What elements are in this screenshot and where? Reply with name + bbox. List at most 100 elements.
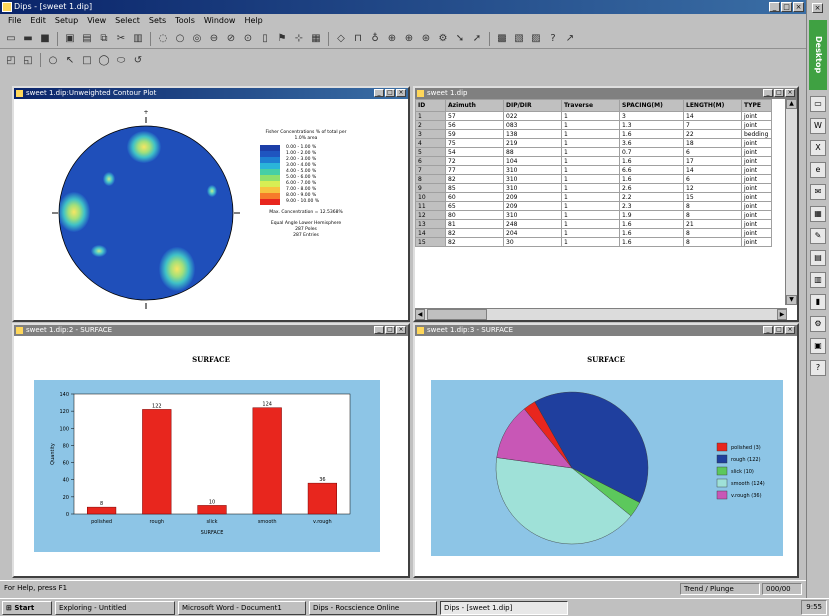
table-cell[interactable]: 1 [561,165,620,175]
table-cell[interactable]: 1.9 [619,210,684,220]
arrow-icon[interactable]: ➘ [453,32,467,46]
minimize-button[interactable]: _ [374,89,384,97]
table-row[interactable]: 10 60 209 1 2.2 15 joint [415,192,772,202]
maximize-button[interactable]: □ [385,326,395,334]
bar[interactable] [307,482,338,515]
row-header[interactable]: 10 [415,192,446,202]
table-cell[interactable]: 81 [445,219,504,229]
close-button[interactable]: × [396,89,406,97]
calc-icon[interactable]: ▦ [810,206,826,222]
printer-icon[interactable]: ▣ [810,338,826,354]
flag-icon[interactable]: ⚑ [275,32,289,46]
table-cell[interactable]: 8 [683,237,742,247]
table-cell[interactable]: 1.6 [619,174,684,184]
table-cell[interactable]: 3.6 [619,138,684,148]
bar-chart-titlebar[interactable]: sweet 1.dip:2 - SURFACE _ □ × [14,325,408,336]
cursor-icon[interactable]: ➚ [470,32,484,46]
table-cell[interactable]: 57 [445,111,504,121]
table-cell[interactable]: 138 [503,129,562,139]
table-cell[interactable]: 3 [619,111,684,121]
print-icon[interactable]: ▣ [63,32,77,46]
taskbar-button-dips-active[interactable]: Dips - [sweet 1.dip] [440,600,568,615]
table-row[interactable]: 15 82 30 1 1.6 8 joint [415,237,772,247]
table-cell[interactable]: joint [741,120,772,130]
table-cell[interactable]: 8 [683,210,742,220]
scatter-plot-icon[interactable]: ○ [173,32,187,46]
table-cell[interactable]: 1 [561,174,620,184]
bar[interactable] [252,407,282,515]
table-row[interactable]: 3 59 138 1 1.6 22 bedding [415,129,772,139]
table-cell[interactable]: 82 [445,174,504,184]
chart-icon[interactable]: ⊙ [241,32,255,46]
gear-icon[interactable]: ⚙ [436,32,450,46]
save-icon[interactable]: ■ [38,32,52,46]
dip-icon[interactable]: ◰ [4,53,18,67]
table-cell[interactable]: 1.3 [619,120,684,130]
undo-icon[interactable]: ↺ [131,53,145,67]
row-header[interactable]: 7 [415,165,446,175]
minimize-button[interactable]: _ [769,2,780,12]
row-header[interactable]: 8 [415,174,446,184]
table-cell[interactable]: 77 [445,165,504,175]
column-header[interactable]: TYPE [741,99,772,112]
column-header[interactable]: Azimuth [445,99,504,112]
table-row[interactable]: 6 72 104 1 1.6 17 joint [415,156,772,166]
table-cell[interactable]: 30 [503,237,562,247]
row-header[interactable]: 6 [415,156,446,166]
new-file-icon[interactable]: ▭ [4,32,18,46]
row-header[interactable]: 1 [415,111,446,121]
menu-window[interactable]: Window [204,14,236,28]
table-cell[interactable]: 1.6 [619,156,684,166]
minimize-button[interactable]: _ [763,89,773,97]
bar[interactable] [86,506,117,515]
major-planes-icon[interactable]: ⊖ [207,32,221,46]
taskbar-button-exploring[interactable]: Exploring - Untitled [55,600,175,615]
menu-edit[interactable]: Edit [30,14,46,28]
vertical-scrollbar[interactable]: ▲ ▼ [785,99,797,305]
bar-chart[interactable]: SURFACE 0 20 40 60 80 100 120 140 Quantity 8 polish… [14,336,408,576]
table-cell[interactable]: 0.7 [619,147,684,157]
pie-chart-titlebar[interactable]: sweet 1.dip:3 - SURFACE _ □ × [415,325,797,336]
table-cell[interactable]: joint [741,165,772,175]
table-cell[interactable]: 14 [683,111,742,121]
table-cell[interactable]: 2.3 [619,201,684,211]
table-row[interactable]: 8 82 310 1 1.6 6 joint [415,174,772,184]
table-cell[interactable]: joint [741,201,772,211]
table-cell[interactable]: joint [741,147,772,157]
table-cell[interactable]: 248 [503,219,562,229]
circle-select-icon[interactable]: ◯ [97,53,111,67]
table-cell[interactable]: 88 [503,147,562,157]
table-cell[interactable]: 14 [683,165,742,175]
column-header[interactable]: Traverse [561,99,620,112]
table-cell[interactable]: 80 [445,210,504,220]
table-cell[interactable]: 022 [503,111,562,121]
table-cell[interactable]: 310 [503,210,562,220]
scroll-down-arrow-icon[interactable]: ▼ [786,295,797,305]
table-cell[interactable]: 6 [683,147,742,157]
table-cell[interactable]: 209 [503,201,562,211]
table-cell[interactable]: 15 [683,192,742,202]
table-cell[interactable]: 209 [503,192,562,202]
table-cell[interactable]: joint [741,138,772,148]
table-cell[interactable]: 310 [503,174,562,184]
row-header[interactable]: 15 [415,237,446,247]
table-cell[interactable]: 2.6 [619,183,684,193]
table-cell[interactable]: 17 [683,156,742,166]
paste-icon[interactable]: ▥ [131,32,145,46]
row-header[interactable]: 14 [415,228,446,238]
menu-tools[interactable]: Tools [175,14,195,28]
close-button[interactable]: × [785,89,795,97]
table-cell[interactable]: joint [741,228,772,238]
column-header[interactable]: LENGTH(M) [683,99,742,112]
table-cell[interactable]: 8 [683,228,742,238]
close-button[interactable]: × [793,2,804,12]
table-cell[interactable]: 65 [445,201,504,211]
table-row[interactable]: 11 65 209 1 2.3 8 joint [415,201,772,211]
table-cell[interactable]: joint [741,219,772,229]
table-row[interactable]: 5 54 88 1 0.7 6 joint [415,147,772,157]
table-cell[interactable]: 104 [503,156,562,166]
table-cell[interactable]: 1 [561,138,620,148]
contour-plot-icon[interactable]: ◎ [190,32,204,46]
table-cell[interactable]: joint [741,210,772,220]
menu-file[interactable]: File [8,14,21,28]
